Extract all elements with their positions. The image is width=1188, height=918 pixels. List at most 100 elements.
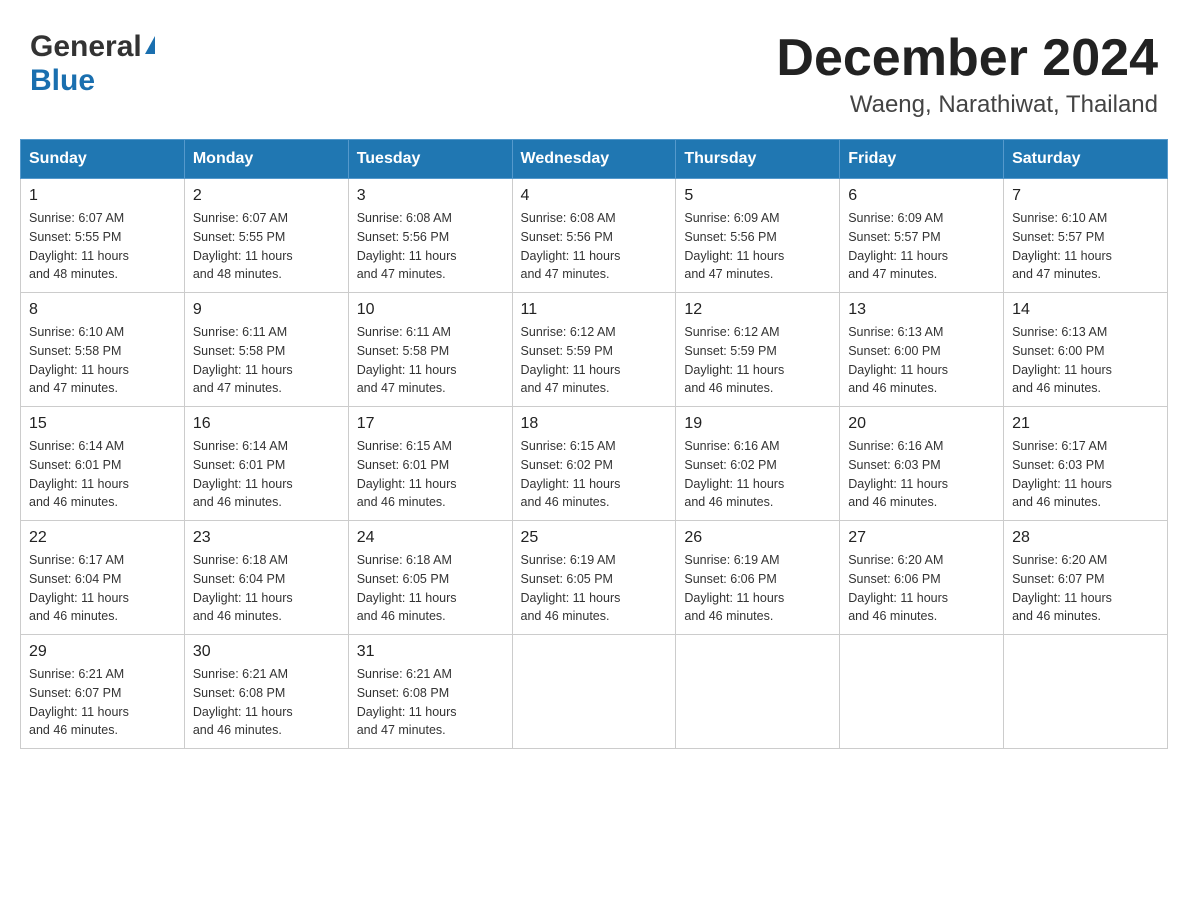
calendar-header-row: Sunday Monday Tuesday Wednesday Thursday… [21,140,1168,179]
day-info: Sunrise: 6:19 AMSunset: 6:05 PMDaylight:… [521,553,621,623]
day-number: 1 [29,187,176,205]
day-number: 3 [357,187,504,205]
day-info: Sunrise: 6:20 AMSunset: 6:07 PMDaylight:… [1012,553,1112,623]
day-info: Sunrise: 6:08 AMSunset: 5:56 PMDaylight:… [357,211,457,281]
table-row: 31 Sunrise: 6:21 AMSunset: 6:08 PMDaylig… [348,635,512,749]
day-info: Sunrise: 6:20 AMSunset: 6:06 PMDaylight:… [848,553,948,623]
month-title: December 2024 [776,30,1158,87]
table-row: 1 Sunrise: 6:07 AMSunset: 5:55 PMDayligh… [21,179,185,293]
col-saturday: Saturday [1004,140,1168,179]
table-row: 26 Sunrise: 6:19 AMSunset: 6:06 PMDaylig… [676,521,840,635]
day-number: 16 [193,415,340,433]
day-info: Sunrise: 6:17 AMSunset: 6:04 PMDaylight:… [29,553,129,623]
day-number: 21 [1012,415,1159,433]
table-row: 5 Sunrise: 6:09 AMSunset: 5:56 PMDayligh… [676,179,840,293]
day-info: Sunrise: 6:11 AMSunset: 5:58 PMDaylight:… [193,325,293,395]
table-row: 17 Sunrise: 6:15 AMSunset: 6:01 PMDaylig… [348,407,512,521]
day-info: Sunrise: 6:14 AMSunset: 6:01 PMDaylight:… [193,439,293,509]
table-row: 12 Sunrise: 6:12 AMSunset: 5:59 PMDaylig… [676,293,840,407]
table-row: 10 Sunrise: 6:11 AMSunset: 5:58 PMDaylig… [348,293,512,407]
calendar-table: Sunday Monday Tuesday Wednesday Thursday… [20,139,1168,749]
table-row [512,635,676,749]
table-row: 21 Sunrise: 6:17 AMSunset: 6:03 PMDaylig… [1004,407,1168,521]
day-info: Sunrise: 6:10 AMSunset: 5:58 PMDaylight:… [29,325,129,395]
day-info: Sunrise: 6:13 AMSunset: 6:00 PMDaylight:… [848,325,948,395]
day-number: 20 [848,415,995,433]
day-info: Sunrise: 6:07 AMSunset: 5:55 PMDaylight:… [193,211,293,281]
day-info: Sunrise: 6:21 AMSunset: 6:07 PMDaylight:… [29,667,129,737]
table-row: 23 Sunrise: 6:18 AMSunset: 6:04 PMDaylig… [184,521,348,635]
day-number: 25 [521,529,668,547]
logo-blue-text: Blue [30,64,95,98]
day-info: Sunrise: 6:13 AMSunset: 6:00 PMDaylight:… [1012,325,1112,395]
table-row: 6 Sunrise: 6:09 AMSunset: 5:57 PMDayligh… [840,179,1004,293]
day-info: Sunrise: 6:08 AMSunset: 5:56 PMDaylight:… [521,211,621,281]
col-wednesday: Wednesday [512,140,676,179]
day-number: 9 [193,301,340,319]
day-number: 15 [29,415,176,433]
day-number: 29 [29,643,176,661]
calendar-week-row: 1 Sunrise: 6:07 AMSunset: 5:55 PMDayligh… [21,179,1168,293]
day-info: Sunrise: 6:21 AMSunset: 6:08 PMDaylight:… [193,667,293,737]
col-sunday: Sunday [21,140,185,179]
day-number: 5 [684,187,831,205]
day-info: Sunrise: 6:15 AMSunset: 6:02 PMDaylight:… [521,439,621,509]
day-info: Sunrise: 6:19 AMSunset: 6:06 PMDaylight:… [684,553,784,623]
day-info: Sunrise: 6:16 AMSunset: 6:03 PMDaylight:… [848,439,948,509]
table-row [840,635,1004,749]
day-number: 6 [848,187,995,205]
day-number: 2 [193,187,340,205]
table-row: 3 Sunrise: 6:08 AMSunset: 5:56 PMDayligh… [348,179,512,293]
calendar-week-row: 15 Sunrise: 6:14 AMSunset: 6:01 PMDaylig… [21,407,1168,521]
day-number: 14 [1012,301,1159,319]
table-row: 16 Sunrise: 6:14 AMSunset: 6:01 PMDaylig… [184,407,348,521]
table-row: 9 Sunrise: 6:11 AMSunset: 5:58 PMDayligh… [184,293,348,407]
day-number: 10 [357,301,504,319]
title-section: December 2024 Waeng, Narathiwat, Thailan… [776,30,1158,119]
day-number: 27 [848,529,995,547]
day-info: Sunrise: 6:15 AMSunset: 6:01 PMDaylight:… [357,439,457,509]
col-monday: Monday [184,140,348,179]
calendar-week-row: 29 Sunrise: 6:21 AMSunset: 6:07 PMDaylig… [21,635,1168,749]
table-row: 25 Sunrise: 6:19 AMSunset: 6:05 PMDaylig… [512,521,676,635]
page-header: General Blue December 2024 Waeng, Narath… [20,20,1168,119]
day-number: 13 [848,301,995,319]
col-thursday: Thursday [676,140,840,179]
table-row: 27 Sunrise: 6:20 AMSunset: 6:06 PMDaylig… [840,521,1004,635]
table-row: 29 Sunrise: 6:21 AMSunset: 6:07 PMDaylig… [21,635,185,749]
day-number: 30 [193,643,340,661]
day-number: 19 [684,415,831,433]
day-info: Sunrise: 6:10 AMSunset: 5:57 PMDaylight:… [1012,211,1112,281]
day-info: Sunrise: 6:18 AMSunset: 6:04 PMDaylight:… [193,553,293,623]
day-info: Sunrise: 6:12 AMSunset: 5:59 PMDaylight:… [521,325,621,395]
day-info: Sunrise: 6:07 AMSunset: 5:55 PMDaylight:… [29,211,129,281]
table-row: 7 Sunrise: 6:10 AMSunset: 5:57 PMDayligh… [1004,179,1168,293]
table-row: 8 Sunrise: 6:10 AMSunset: 5:58 PMDayligh… [21,293,185,407]
day-info: Sunrise: 6:09 AMSunset: 5:56 PMDaylight:… [684,211,784,281]
table-row: 19 Sunrise: 6:16 AMSunset: 6:02 PMDaylig… [676,407,840,521]
table-row: 11 Sunrise: 6:12 AMSunset: 5:59 PMDaylig… [512,293,676,407]
day-number: 4 [521,187,668,205]
day-info: Sunrise: 6:09 AMSunset: 5:57 PMDaylight:… [848,211,948,281]
col-friday: Friday [840,140,1004,179]
table-row: 13 Sunrise: 6:13 AMSunset: 6:00 PMDaylig… [840,293,1004,407]
day-number: 8 [29,301,176,319]
table-row: 2 Sunrise: 6:07 AMSunset: 5:55 PMDayligh… [184,179,348,293]
day-number: 24 [357,529,504,547]
table-row: 4 Sunrise: 6:08 AMSunset: 5:56 PMDayligh… [512,179,676,293]
calendar-week-row: 8 Sunrise: 6:10 AMSunset: 5:58 PMDayligh… [21,293,1168,407]
day-number: 7 [1012,187,1159,205]
day-number: 12 [684,301,831,319]
table-row: 24 Sunrise: 6:18 AMSunset: 6:05 PMDaylig… [348,521,512,635]
day-number: 26 [684,529,831,547]
day-number: 22 [29,529,176,547]
table-row: 15 Sunrise: 6:14 AMSunset: 6:01 PMDaylig… [21,407,185,521]
table-row: 22 Sunrise: 6:17 AMSunset: 6:04 PMDaylig… [21,521,185,635]
logo: General Blue [30,30,155,98]
logo-general-text: General [30,30,142,64]
location-title: Waeng, Narathiwat, Thailand [776,91,1158,119]
day-number: 18 [521,415,668,433]
day-info: Sunrise: 6:14 AMSunset: 6:01 PMDaylight:… [29,439,129,509]
day-info: Sunrise: 6:18 AMSunset: 6:05 PMDaylight:… [357,553,457,623]
day-info: Sunrise: 6:11 AMSunset: 5:58 PMDaylight:… [357,325,457,395]
